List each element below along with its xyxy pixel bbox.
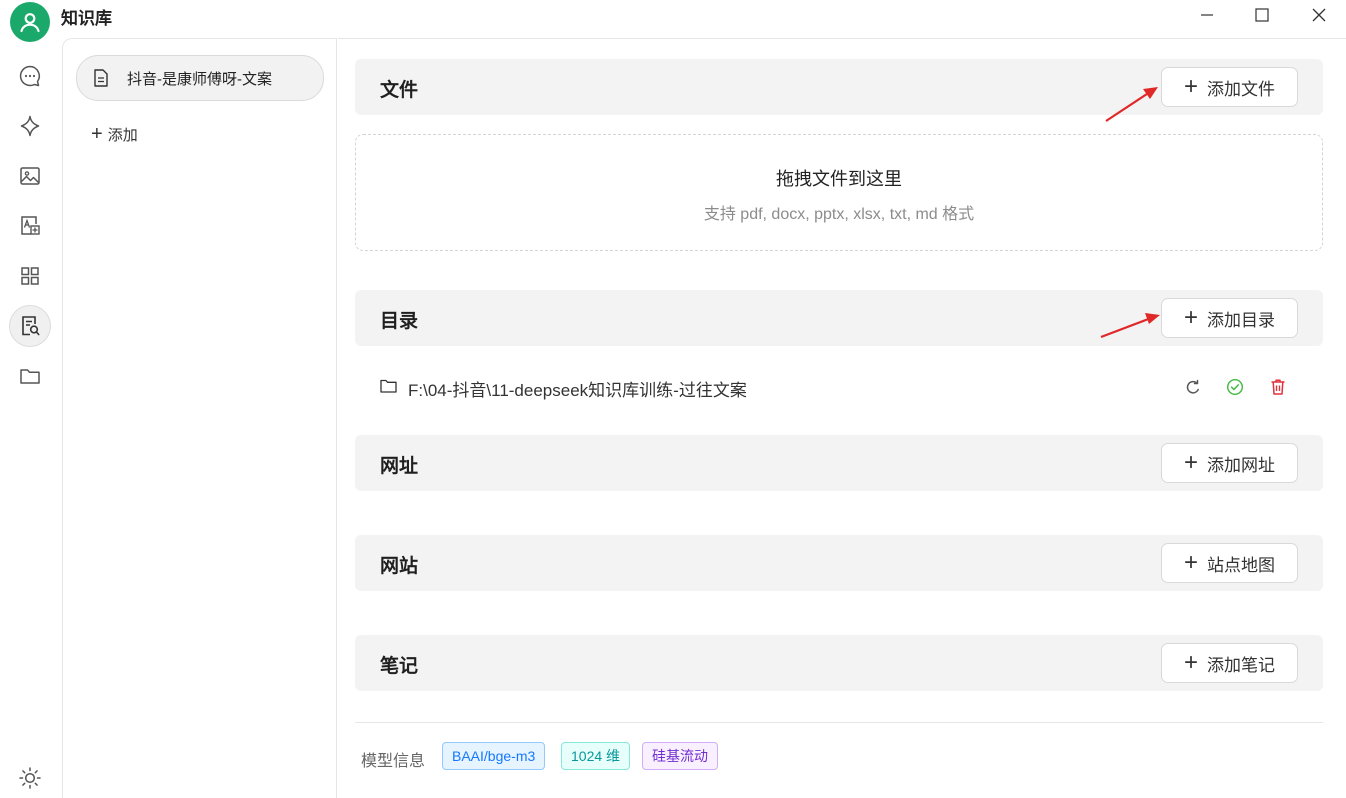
add-sitemap-label: 站点地图: [1207, 555, 1275, 575]
model-info-bar: 模型信息 BAAI/bge-m3 1024 维 硅基流动: [355, 722, 1323, 798]
minimize-icon: [1201, 14, 1213, 16]
dimension-tag: 1024 维: [561, 742, 631, 770]
add-directory-label: 添加目录: [1207, 310, 1275, 330]
plus-icon: +: [91, 123, 103, 145]
add-url-label: 添加网址: [1207, 455, 1275, 475]
plus-icon: +: [1183, 549, 1198, 576]
knowledge-icon: [22, 316, 40, 336]
plus-icon: +: [1183, 304, 1198, 331]
check-circle-icon: [1226, 378, 1244, 396]
add-note-label: 添加笔记: [1207, 655, 1275, 675]
file-section-title: 文件: [380, 80, 419, 101]
title-bar: 知识库: [0, 0, 1346, 42]
maximize-button[interactable]: [1233, 0, 1291, 30]
nav-agents[interactable]: [9, 105, 51, 147]
dropzone-hint: 支持 pdf, docx, pptx, xlsx, txt, md 格式: [703, 206, 975, 223]
add-knowledge-base-button[interactable]: + 添加: [91, 123, 138, 146]
close-window-button[interactable]: [1290, 0, 1346, 30]
document-icon: [93, 69, 109, 87]
knowledge-base-item[interactable]: 抖音-是康师傅呀-文案: [76, 55, 324, 101]
delete-directory-button[interactable]: [1268, 377, 1288, 397]
plus-icon: +: [1183, 649, 1198, 676]
knowledge-content: 文件 + 添加文件 拖拽文件到这里 支持 pdf, docx, pptx, xl…: [338, 38, 1346, 798]
file-dropzone[interactable]: 拖拽文件到这里 支持 pdf, docx, pptx, xlsx, txt, m…: [355, 134, 1323, 251]
app-title: 知识库: [61, 9, 112, 28]
directory-path: F:\04-抖音\11-deepseek知识库训练-过往文案: [408, 381, 747, 400]
nav-knowledge[interactable]: [9, 305, 51, 347]
user-icon: [20, 13, 40, 33]
nav-chat[interactable]: [9, 55, 51, 97]
nav-paintings[interactable]: [9, 155, 51, 197]
folder-icon: [380, 378, 397, 399]
add-file-button[interactable]: + 添加文件: [1161, 67, 1298, 107]
url-section-header: 网址 + 添加网址: [355, 435, 1323, 491]
nav-files[interactable]: [9, 355, 51, 397]
nav-rail: [0, 38, 62, 798]
dropzone-title: 拖拽文件到这里: [776, 169, 902, 189]
image-icon: [20, 167, 40, 185]
notes-section-header: 笔记 + 添加笔记: [355, 635, 1323, 691]
add-directory-button[interactable]: + 添加目录: [1161, 298, 1298, 338]
refresh-icon: [1186, 379, 1199, 394]
refresh-directory-button[interactable]: [1183, 377, 1203, 397]
add-note-button[interactable]: + 添加笔记: [1161, 643, 1298, 683]
directory-section-title: 目录: [380, 311, 419, 332]
sparkle-icon: [20, 115, 40, 137]
maximize-icon: [1255, 8, 1269, 22]
add-knowledge-base-label: 添加: [107, 127, 138, 144]
chat-icon: [19, 65, 40, 87]
minimize-button[interactable]: [1178, 0, 1236, 30]
add-file-label: 添加文件: [1207, 79, 1275, 99]
plus-icon: +: [1183, 73, 1198, 100]
url-section-title: 网址: [380, 456, 419, 477]
theme-sun-icon: [19, 767, 41, 789]
embedding-model-tag: BAAI/bge-m3: [442, 742, 546, 770]
model-info-label: 模型信息: [361, 753, 426, 770]
knowledge-base-name: 抖音-是康师傅呀-文案: [127, 70, 272, 88]
website-section-header: 网站 + 站点地图: [355, 535, 1323, 591]
notes-section-title: 笔记: [380, 656, 419, 677]
close-icon: [1312, 8, 1326, 22]
directory-item: F:\04-抖音\11-deepseek知识库训练-过往文案: [355, 367, 1323, 407]
nav-translate[interactable]: [9, 205, 51, 247]
add-sitemap-button[interactable]: + 站点地图: [1161, 543, 1298, 583]
file-section-header: 文件 + 添加文件: [355, 59, 1323, 115]
add-url-button[interactable]: + 添加网址: [1161, 443, 1298, 483]
provider-tag: 硅基流动: [642, 742, 718, 770]
apps-icon: [21, 267, 39, 285]
knowledge-base-list: 抖音-是康师傅呀-文案 + 添加: [62, 38, 337, 798]
directory-section-header: 目录 + 添加目录: [355, 290, 1323, 346]
website-section-title: 网站: [380, 556, 419, 577]
folder-icon: [20, 369, 40, 384]
plus-icon: +: [1183, 449, 1198, 476]
translate-icon: [21, 216, 40, 235]
user-avatar[interactable]: [10, 2, 50, 42]
trash-icon: [1271, 379, 1285, 395]
status-success-indicator: [1225, 377, 1245, 397]
nav-apps[interactable]: [9, 255, 51, 297]
nav-theme[interactable]: [9, 757, 51, 798]
